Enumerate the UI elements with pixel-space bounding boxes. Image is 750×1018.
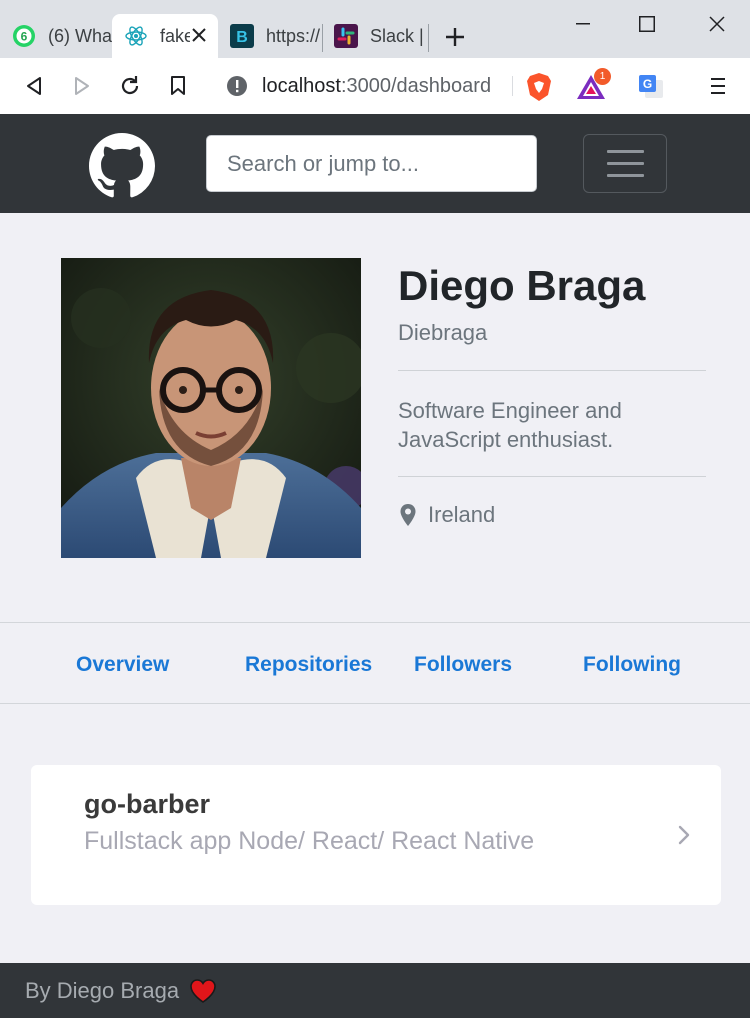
- url-text: localhost:3000/dashboard: [262, 74, 492, 97]
- github-logo-icon[interactable]: [89, 133, 155, 199]
- brave-rewards-button[interactable]: 1: [576, 68, 611, 102]
- footer-text: By Diego Braga: [25, 977, 180, 1003]
- tab-slack[interactable]: Slack |: [322, 14, 428, 58]
- whatsapp-icon: 6: [12, 24, 36, 48]
- new-tab-button[interactable]: [440, 22, 470, 52]
- svg-text:G: G: [643, 77, 652, 91]
- tab-fake-active[interactable]: fake: [112, 14, 218, 58]
- whatsapp-badge: 6: [21, 30, 28, 44]
- menu-icon: [711, 78, 725, 94]
- minimize-icon: [576, 23, 590, 25]
- hamburger-icon-bar: [606, 162, 644, 165]
- react-icon: [124, 24, 148, 48]
- translate-icon: G: [639, 75, 663, 98]
- bookmark-icon: [171, 76, 185, 95]
- forward-button[interactable]: [66, 70, 98, 102]
- tab-title: https://: [266, 25, 321, 46]
- nav-toggle-button[interactable]: [583, 134, 667, 193]
- divider: [398, 370, 706, 371]
- address-bar[interactable]: localhost:3000/dashboard: [212, 66, 618, 106]
- location-pin-icon: [400, 504, 416, 526]
- brave-lion-icon: [527, 73, 551, 101]
- search-input[interactable]: [206, 135, 537, 192]
- tab-bootstrap[interactable]: B https://: [218, 14, 322, 58]
- profile-username: Diebraga: [398, 320, 488, 345]
- site-info-icon[interactable]: [226, 75, 248, 97]
- divider: [398, 476, 706, 477]
- tab-repositories[interactable]: Repositories: [245, 653, 372, 677]
- maximize-button[interactable]: [614, 0, 680, 48]
- close-tab-icon[interactable]: [188, 24, 210, 46]
- slack-icon: [334, 24, 358, 48]
- site-header: [0, 114, 750, 213]
- svg-text:B: B: [236, 29, 248, 46]
- maximize-icon: [639, 16, 655, 32]
- profile-location: Ireland: [398, 502, 495, 528]
- tab-separator: [428, 24, 429, 52]
- avatar: [61, 258, 361, 558]
- close-icon: [709, 16, 725, 32]
- profile-bio: Software Engineer and JavaScript enthusi…: [398, 398, 622, 452]
- plus-icon: [446, 28, 464, 46]
- reload-button[interactable]: [114, 70, 146, 102]
- tab-following[interactable]: Following: [583, 653, 681, 677]
- browser-tab-bar: 6 (6) Wha fake B https:// Slack |: [0, 0, 750, 58]
- minimize-button[interactable]: [550, 0, 616, 48]
- rewards-badge: 1: [594, 68, 611, 85]
- tab-title: Slack |: [370, 25, 424, 46]
- repository-card[interactable]: go-barber Fullstack app Node/ React/ Rea…: [31, 765, 721, 905]
- tab-title: fake: [160, 25, 190, 46]
- back-icon: [27, 77, 41, 95]
- repo-description: Fullstack app Node/ React/ React Native: [84, 827, 535, 855]
- profile-tabs: Overview Repositories Followers Followin…: [0, 622, 750, 704]
- tab-followers[interactable]: Followers: [414, 653, 512, 677]
- omnibox-divider: [512, 76, 513, 96]
- tab-title: (6) Wha: [48, 25, 112, 46]
- browser-toolbar: localhost:3000/dashboard 1 G: [0, 58, 750, 114]
- tab-overview[interactable]: Overview: [76, 653, 169, 677]
- brave-shields-button[interactable]: [524, 72, 554, 102]
- profile-name: Diego Braga: [398, 262, 646, 309]
- tab-whatsapp[interactable]: 6 (6) Wha: [0, 14, 112, 58]
- heart-icon: [190, 978, 216, 1003]
- forward-icon: [75, 77, 89, 95]
- hamburger-icon-bar: [606, 174, 644, 177]
- hamburger-icon-bar: [606, 150, 644, 153]
- chevron-right-icon: [678, 825, 690, 845]
- reload-icon: [121, 76, 139, 95]
- bootstrap-icon: B: [230, 24, 254, 48]
- repo-name: go-barber: [84, 789, 211, 819]
- back-button[interactable]: [18, 70, 50, 102]
- location-text: Ireland: [428, 502, 496, 527]
- site-footer: By Diego Braga: [0, 963, 750, 1018]
- close-window-button[interactable]: [684, 0, 750, 48]
- bookmark-button[interactable]: [162, 70, 194, 102]
- google-translate-button[interactable]: G: [636, 72, 666, 102]
- browser-menu-button[interactable]: [702, 70, 734, 102]
